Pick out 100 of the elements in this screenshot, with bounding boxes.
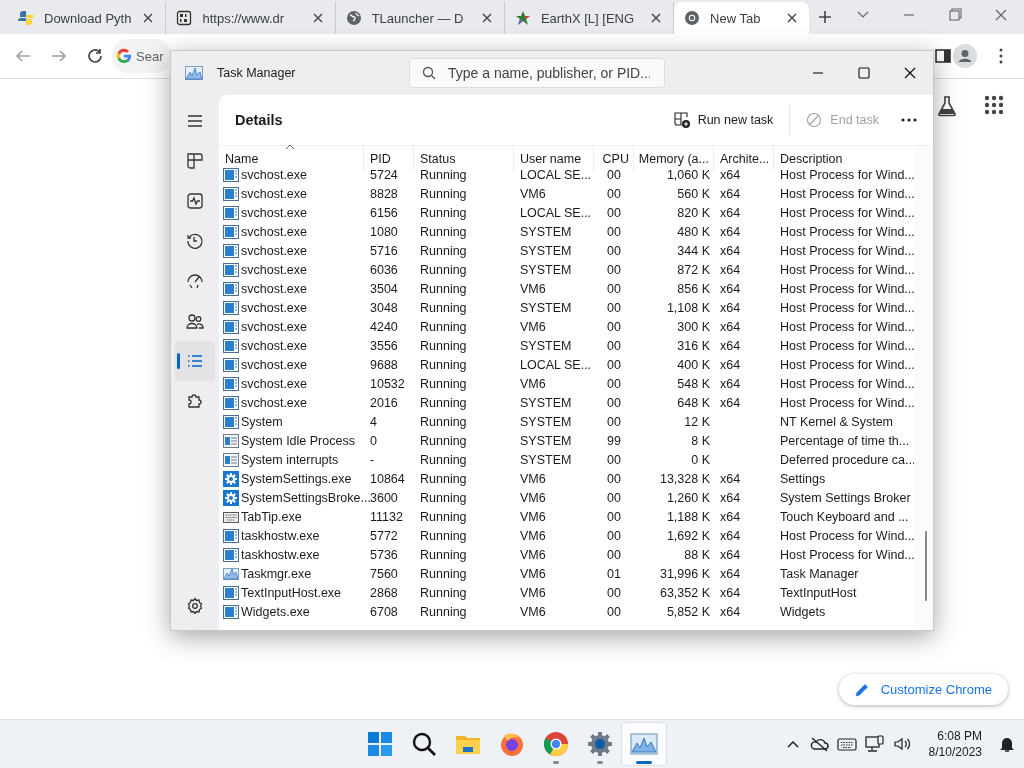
table-cell-text: Percentage of time th...: [779, 432, 911, 450]
table-cell-text: 00: [606, 470, 622, 488]
speedometer-icon[interactable]: [186, 272, 204, 290]
service-window-icon: [223, 166, 239, 183]
table-cell-text: 00: [606, 223, 622, 241]
service-window-icon: [223, 223, 239, 240]
table-cell-text: LOCAL SE...: [519, 356, 593, 374]
table-cell-text: 00: [606, 299, 622, 317]
activity-chart-icon[interactable]: [630, 730, 658, 758]
column-header[interactable]: Archite...: [714, 146, 774, 171]
table-cell-text: 00: [606, 356, 622, 374]
table-cell-text: 00: [606, 375, 622, 393]
system-window-icon: [223, 451, 239, 468]
table-cell-text: 820 K: [676, 204, 711, 222]
window-title: Task Manager: [217, 66, 297, 80]
table-cell-text: VM6: [519, 584, 547, 602]
processes-icon[interactable]: [186, 152, 204, 170]
keyboard-icon[interactable]: [836, 736, 857, 752]
table-cell-text: 11132: [369, 508, 404, 526]
table-cell-text: Running: [419, 299, 468, 317]
clock-date[interactable]: 8/10/2023: [928, 744, 982, 760]
table-cell-text: 1,692 K: [665, 527, 711, 545]
activity-chart-icon: [223, 565, 239, 582]
chrome-icon[interactable]: [542, 730, 570, 758]
table-cell-text: Host Process for Wind...: [779, 337, 914, 355]
table-cell-text: -: [369, 451, 376, 469]
service-window-icon: [223, 527, 239, 544]
browser-tab[interactable]: New Tab: [674, 2, 810, 34]
column-header[interactable]: CPU: [594, 146, 634, 171]
table-cell-text: 3504: [369, 280, 399, 298]
notification-bell-icon[interactable]: [998, 735, 1016, 753]
performance-icon[interactable]: [186, 192, 204, 210]
address-bar[interactable]: Sear: [112, 39, 172, 73]
table-cell-text: x64: [719, 508, 742, 526]
table-cell-text: 00: [606, 451, 622, 469]
table-cell-text: x64: [719, 299, 742, 317]
history-icon[interactable]: [186, 232, 204, 250]
table-cell-text: 00: [606, 204, 622, 222]
run-new-task-button[interactable]: Run new task: [661, 106, 786, 134]
column-header[interactable]: User name: [514, 146, 594, 171]
column-header[interactable]: Memory (a...: [634, 146, 714, 171]
network-computer-icon[interactable]: [864, 735, 885, 753]
service-window-icon: [223, 603, 239, 620]
service-window-icon: [223, 280, 239, 297]
profile-avatar-icon[interactable]: [953, 44, 977, 68]
table-cell-text: Running: [419, 508, 468, 526]
google-g-icon: [116, 48, 132, 64]
search-field[interactable]: Type a name, publisher, or PID...: [409, 58, 665, 88]
browser-tab[interactable]: https://www.dr: [166, 2, 336, 34]
table-cell-text: Running: [419, 451, 468, 469]
cloud-off-icon[interactable]: [808, 736, 829, 752]
table-cell-text: 13,328 K: [658, 470, 711, 488]
browser-tab[interactable]: Download Pyth: [8, 2, 167, 34]
table-cell-text: VM6: [519, 470, 547, 488]
settings-icon[interactable]: [186, 597, 204, 615]
new-task-icon: [673, 112, 690, 128]
table-cell-text: Running: [419, 204, 468, 222]
table-cell-text: 88 K: [683, 546, 711, 564]
windows-logo-icon[interactable]: [366, 730, 394, 758]
table-cell-text: 00: [606, 527, 622, 545]
apps-grid-icon[interactable]: [984, 95, 1004, 115]
list-icon[interactable]: [186, 352, 204, 370]
process-name: Widgets.exe: [241, 604, 310, 619]
flask-icon[interactable]: [936, 95, 958, 117]
reload-icon[interactable]: [86, 47, 104, 65]
table-cell-text: x64: [719, 489, 742, 507]
volume-icon[interactable]: [892, 736, 913, 752]
table-cell-text: SYSTEM: [519, 413, 573, 431]
column-header[interactable]: PID: [364, 146, 414, 171]
browser-tab[interactable]: TLauncher — D: [335, 2, 505, 34]
gear-icon[interactable]: [586, 730, 614, 758]
process-name: System: [241, 414, 283, 429]
clock-time[interactable]: 6:08 PM: [937, 728, 982, 744]
scrollbar-thumb[interactable]: [925, 531, 927, 601]
service-window-icon: [223, 394, 239, 411]
table-cell-text: 856 K: [676, 280, 711, 298]
puzzle-icon[interactable]: [186, 392, 204, 410]
column-header[interactable]: Status: [414, 146, 514, 171]
process-name: svchost.exe: [241, 395, 307, 410]
service-window-icon: [223, 185, 239, 202]
table-cell-text: Host Process for Wind...: [779, 546, 914, 564]
table-cell-text: 3048: [369, 299, 399, 317]
table-cell-text: 3556: [369, 337, 399, 355]
side-panel-icon[interactable]: [934, 47, 952, 65]
table-cell-text: VM6: [519, 318, 547, 336]
table-cell-text: Running: [419, 318, 468, 336]
table-cell-text: 300 K: [676, 318, 711, 336]
table-cell-text: Running: [419, 185, 468, 203]
search-icon[interactable]: [410, 730, 438, 758]
search-icon: [422, 66, 436, 80]
menu-icon[interactable]: [186, 112, 204, 130]
table-cell-text: x64: [719, 603, 742, 621]
table-cell-text: Host Process for Wind...: [779, 185, 914, 203]
customize-chrome-button[interactable]: Customize Chrome: [838, 674, 1008, 705]
table-cell-text: Running: [419, 565, 468, 583]
sidebar-item[interactable]: [175, 341, 215, 381]
plus-icon[interactable]: [816, 9, 833, 25]
sort-icon[interactable]: [285, 144, 295, 150]
users-icon[interactable]: [186, 312, 204, 330]
more-horizontal-icon[interactable]: [901, 118, 917, 122]
